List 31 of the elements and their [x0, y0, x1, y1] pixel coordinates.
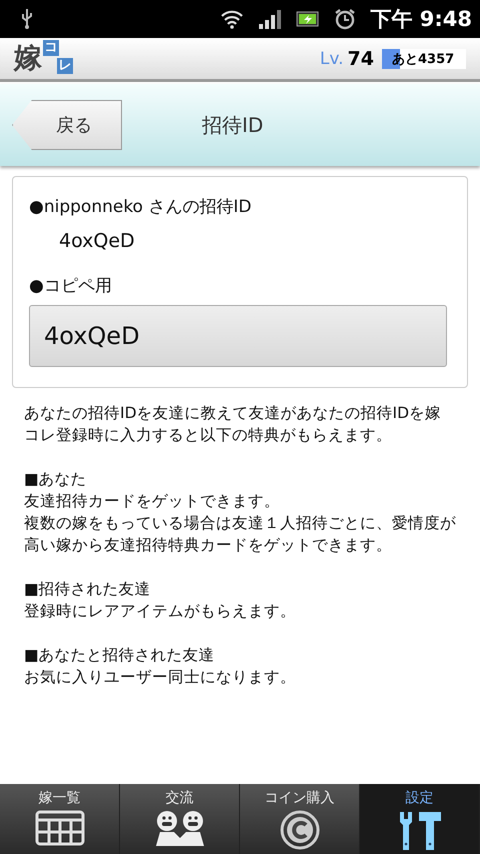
coin-icon	[280, 810, 320, 850]
level-value: 74	[348, 48, 374, 70]
usb-icon	[20, 8, 34, 30]
nav-tab[interactable]: コイン購入	[240, 784, 360, 854]
description-text: ■あなた	[24, 469, 88, 490]
nav-tab[interactable]: 交流	[120, 784, 240, 854]
description-text: お気に入りユーザー同士になります。	[24, 667, 297, 688]
description-text: 複数の嫁をもっている場合は友達１人招待ごとに、愛情度が高い嫁から友達招待特典カードをゲットできます。	[24, 513, 456, 556]
description-text: 友達招待カードをゲットできます。	[24, 491, 281, 512]
back-button[interactable]: 戻る	[12, 100, 122, 150]
nav-tab[interactable]: 嫁一覧	[0, 784, 120, 854]
logo-text: 嫁	[14, 40, 42, 76]
alarm-clock-icon	[334, 8, 356, 30]
battery-icon	[296, 11, 320, 27]
description-text: ■あなたと招待された友達	[24, 645, 216, 666]
page-title: 招待ID	[202, 112, 264, 138]
copy-field[interactable]: 4oxQeD	[29, 305, 447, 367]
description-text: ■招待された友達	[24, 579, 152, 600]
logo-tile: コ	[43, 40, 59, 56]
invite-id-label: ●nipponneko さんの招待ID	[29, 196, 252, 218]
copy-label: ●コピペ用	[29, 275, 113, 297]
signal-icon	[258, 9, 282, 29]
level-label: Lv.	[320, 48, 344, 68]
description-text: あなたの招待IDを友達に教えて友達があなたの招待IDを嫁コレ登録時に入力すると以下の特典がもらえます。	[24, 403, 442, 446]
logo-tile: レ	[57, 58, 73, 74]
nav-tab[interactable]: 設定	[360, 784, 480, 854]
wifi-icon	[220, 9, 244, 29]
description-text: 登録時にレアアイテムがもらえます。	[24, 601, 297, 622]
clock-time: 下午 9:48	[370, 6, 472, 33]
grid-icon	[34, 810, 84, 846]
invite-id-value: 4oxQeD	[59, 230, 136, 252]
